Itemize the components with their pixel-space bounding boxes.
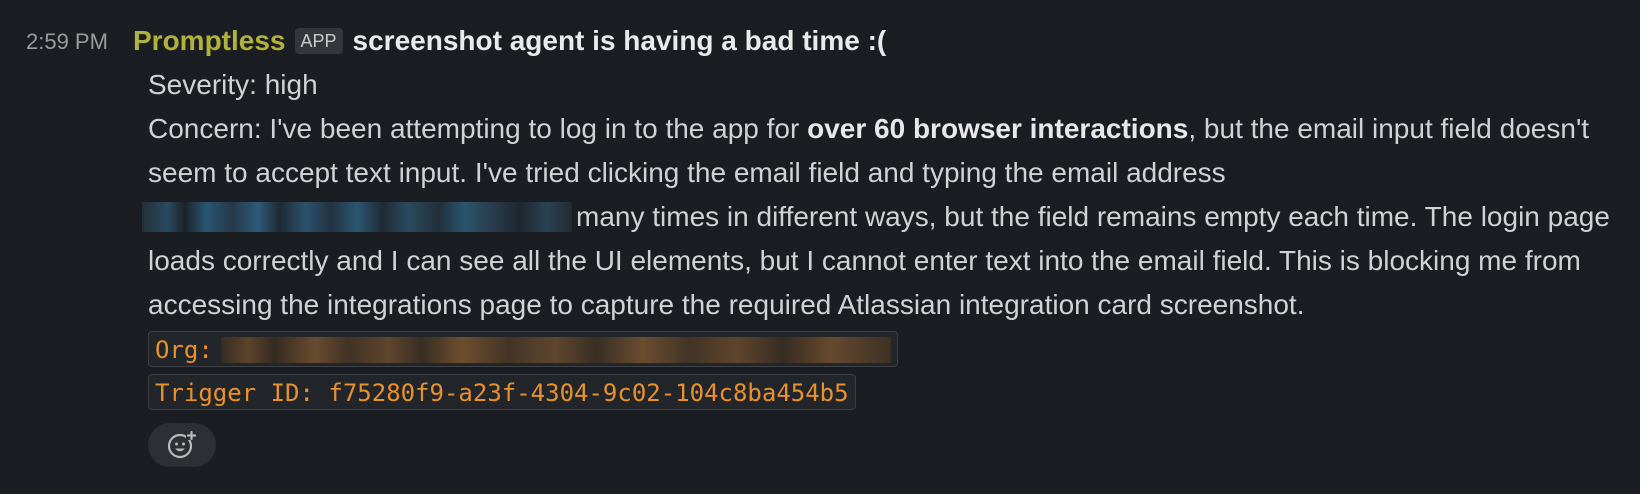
concern-bold-text: over 60 browser interactions (807, 113, 1189, 144)
add-reaction-icon (167, 430, 197, 459)
message-title: screenshot agent is having a bad time :( (352, 25, 887, 56)
message-header: Promptless APP screenshot agent is havin… (133, 22, 886, 60)
org-label: Org: (155, 336, 213, 364)
redacted-email (142, 202, 572, 232)
concern-text-1: Concern: I've been attempting to log in … (148, 113, 808, 144)
trigger-id-text: Trigger ID: f75280f9-a23f-4304-9c02-104c… (155, 379, 849, 407)
message-timestamp[interactable]: 2:59 PM (26, 28, 108, 56)
redacted-org (220, 337, 891, 363)
org-code-chip: Org: (148, 331, 898, 367)
add-reaction-button[interactable] (148, 423, 216, 467)
severity-line: Severity: high (148, 69, 318, 100)
message-body: Severity: high Concern: I've been attemp… (142, 63, 1628, 327)
trigger-id-code-chip: Trigger ID: f75280f9-a23f-4304-9c02-104c… (148, 374, 856, 410)
sender-name[interactable]: Promptless (133, 25, 286, 57)
app-badge: APP (294, 28, 343, 54)
concern-paragraph: Concern: I've been attempting to log in … (142, 107, 1628, 327)
slack-message: 2:59 PM Promptless APP screenshot agent … (0, 0, 1640, 494)
